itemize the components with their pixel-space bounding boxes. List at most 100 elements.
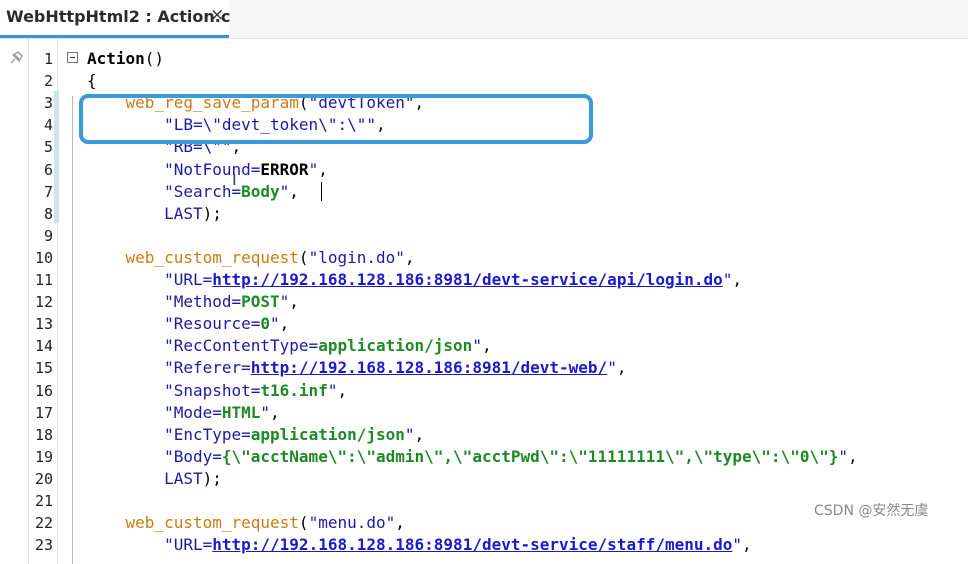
code-token: ( bbox=[298, 513, 309, 533]
line-number: 3 bbox=[43, 94, 53, 113]
code-token: , bbox=[404, 247, 415, 267]
tab-action-c[interactable]: WebHttpHtml2 : Action.c × bbox=[0, 0, 231, 38]
line-number: 9 bbox=[43, 226, 53, 245]
code-token: " bbox=[722, 270, 733, 289]
code-line[interactable]: 6 "NotFound=ERROR", bbox=[0, 159, 968, 181]
code-text: "Method=POST", bbox=[87, 291, 299, 313]
code-token: " bbox=[308, 159, 319, 179]
code-token: , bbox=[279, 314, 290, 334]
code-token: web_custom_request bbox=[125, 247, 299, 267]
code-text: LAST); bbox=[87, 203, 222, 225]
code-token[interactable]: http://192.168.128.186:8981/devt-web/ bbox=[251, 358, 607, 377]
code-line[interactable]: 13 "Resource=0", bbox=[0, 313, 968, 335]
code-text: LAST); bbox=[87, 468, 222, 490]
line-number: 23 bbox=[34, 536, 53, 555]
line-number: 10 bbox=[34, 248, 53, 267]
fold-toggle-icon[interactable] bbox=[67, 52, 78, 63]
code-token: "Resource= bbox=[164, 314, 261, 334]
code-text: Action() bbox=[87, 48, 164, 70]
code-editor[interactable]: 1 Action() 2{3 web_reg_save_param("devtTok… bbox=[0, 39, 968, 564]
code-token: "Mode= bbox=[164, 402, 222, 422]
code-token: " bbox=[270, 314, 280, 334]
code-token: LAST bbox=[164, 468, 203, 488]
code-token: , bbox=[732, 270, 743, 289]
code-token: ERROR bbox=[260, 159, 309, 179]
code-text: web_custom_request("login.do", bbox=[87, 247, 415, 269]
code-line[interactable]: 20 LAST); bbox=[0, 468, 968, 490]
code-text: "Mode=HTML", bbox=[87, 402, 280, 424]
line-number: 20 bbox=[34, 469, 53, 488]
code-token: , bbox=[481, 336, 492, 356]
code-text: { bbox=[87, 70, 97, 92]
code-line[interactable]: 17 "Mode=HTML", bbox=[0, 402, 968, 424]
code-line[interactable]: 2{ bbox=[0, 70, 968, 92]
code-token: "login.do" bbox=[308, 247, 405, 267]
line-number: 15 bbox=[34, 359, 53, 378]
code-line[interactable]: 8 LAST); bbox=[0, 203, 968, 225]
code-line[interactable]: 10 web_custom_request("login.do", bbox=[0, 247, 968, 269]
code-token: HTML bbox=[221, 402, 261, 422]
code-text: "Referer=http://192.168.128.186:8981/dev… bbox=[87, 357, 626, 379]
text-caret bbox=[321, 182, 322, 201]
line-number: 16 bbox=[34, 381, 53, 400]
code-token: , bbox=[318, 159, 328, 179]
code-token: t16.inf bbox=[260, 380, 328, 400]
code-token: Action bbox=[87, 49, 145, 68]
code-token: { bbox=[87, 71, 97, 91]
code-token: {\"acctName\":\"admin\",\"acctPwd\":\"11… bbox=[221, 446, 839, 466]
line-number: 2 bbox=[43, 72, 53, 91]
line-number: 11 bbox=[34, 271, 53, 289]
watermark: CSDN @安然无虞 bbox=[814, 500, 929, 520]
code-line[interactable]: 1 Action() bbox=[0, 48, 968, 70]
tab-title: WebHttpHtml2 : Action.c bbox=[6, 7, 231, 26]
code-line[interactable]: 18 "EncType=application/json", bbox=[0, 424, 968, 446]
highlight-box bbox=[79, 94, 593, 144]
code-token: "Method= bbox=[164, 292, 242, 312]
line-number: 7 bbox=[43, 182, 53, 201]
code-line[interactable]: 9 bbox=[0, 225, 968, 247]
line-number: 14 bbox=[34, 337, 53, 356]
code-text: "Body={\"acctName\":\"admin\",\"acctPwd\… bbox=[87, 446, 858, 468]
code-line[interactable]: 15 "Referer=http://192.168.128.186:8981/… bbox=[0, 357, 968, 379]
code-token: , bbox=[616, 358, 627, 378]
code-line[interactable]: 19 "Body={\"acctName\":\"admin\",\"acctP… bbox=[0, 446, 968, 468]
code-token: " bbox=[279, 181, 290, 201]
code-text: "Search=Body", bbox=[87, 181, 299, 203]
code-line[interactable]: 23 "URL=http://192.168.128.186:8981/devt… bbox=[0, 534, 968, 556]
close-icon[interactable]: × bbox=[210, 5, 224, 25]
code-text: "URL=http://192.168.128.186:8981/devt-se… bbox=[87, 534, 752, 556]
code-line[interactable]: 16 "Snapshot=t16.inf", bbox=[0, 380, 968, 402]
line-number: 17 bbox=[34, 403, 53, 422]
line-number: 12 bbox=[34, 293, 53, 312]
code-line[interactable]: 12 "Method=POST", bbox=[0, 291, 968, 313]
code-token: ( bbox=[298, 247, 309, 267]
code-token: 0 bbox=[260, 314, 271, 334]
code-token: ); bbox=[202, 468, 222, 488]
code-line[interactable]: 11 "URL=http://192.168.128.186:8981/devt… bbox=[0, 269, 968, 291]
code-token: " bbox=[279, 292, 290, 312]
code-line[interactable]: 7 "Search=Body", bbox=[0, 181, 968, 203]
line-number: 21 bbox=[34, 492, 53, 510]
code-token: "Snapshot= bbox=[164, 380, 261, 400]
code-token[interactable]: http://192.168.128.186:8981/devt-service… bbox=[212, 535, 732, 554]
line-number: 4 bbox=[43, 116, 53, 135]
code-token[interactable]: http://192.168.128.186:8981/devt-service… bbox=[212, 270, 723, 289]
code-token: , bbox=[270, 402, 280, 422]
code-token: " bbox=[838, 446, 848, 466]
code-token: "URL= bbox=[164, 535, 213, 555]
code-line[interactable]: 14 "RecContentType=application/json", bbox=[0, 335, 968, 357]
mouse-cursor-icon: I bbox=[232, 170, 237, 189]
code-text: "EncType=application/json", bbox=[87, 424, 424, 446]
line-number: 22 bbox=[34, 514, 53, 533]
line-number: 5 bbox=[43, 138, 53, 157]
code-token: , bbox=[289, 292, 299, 312]
